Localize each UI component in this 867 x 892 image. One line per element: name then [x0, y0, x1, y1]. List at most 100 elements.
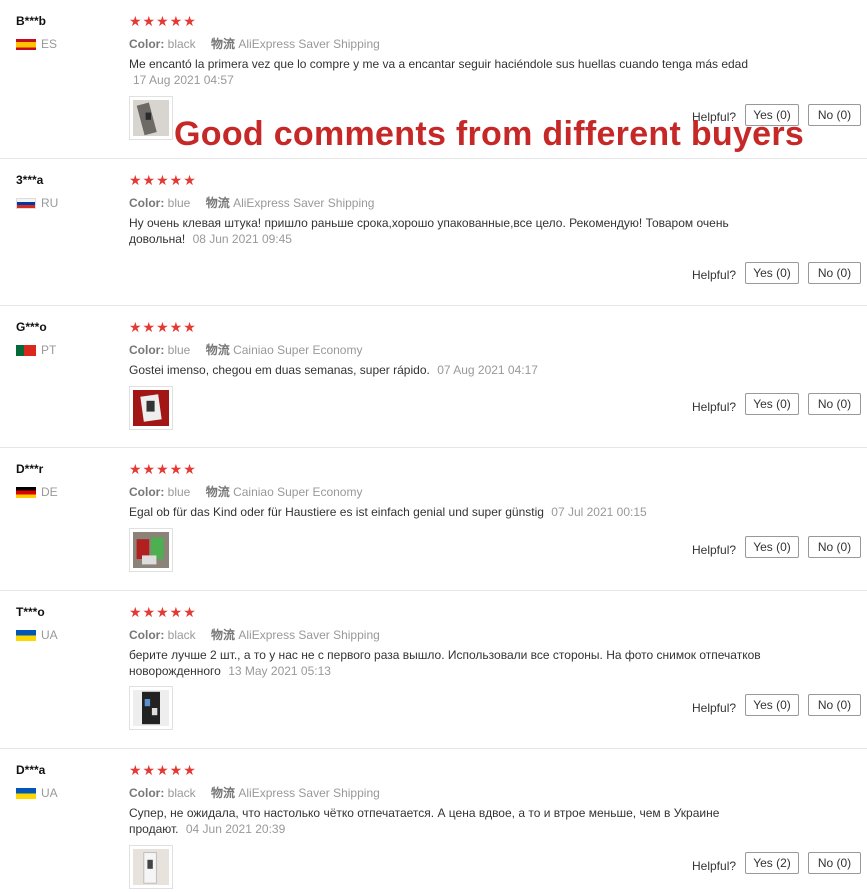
- review-date: 07 Jul 2021 00:15: [551, 505, 647, 519]
- review-photo[interactable]: [129, 528, 173, 572]
- review-photo[interactable]: [129, 386, 173, 430]
- comment-text: Egal ob für das Kind oder für Haustiere …: [129, 505, 544, 519]
- shipping-method: AliExpress Saver Shipping: [238, 786, 380, 800]
- reviewer-country: UA: [16, 628, 58, 642]
- review-meta: Color: blue 物流 Cainiao Super Economy: [129, 341, 362, 358]
- star-rating: ★★★★★: [129, 461, 197, 477]
- country-code: RU: [41, 196, 59, 210]
- review-comment: Супер, не ожидала, что настолько чётко о…: [129, 805, 769, 837]
- reviewer-country: RU: [16, 196, 58, 210]
- review-photo-image: [133, 100, 169, 136]
- helpful-no-button[interactable]: No (0): [808, 536, 861, 558]
- divider: [0, 590, 867, 591]
- review-comment: Egal ob für das Kind oder für Haustiere …: [129, 504, 769, 520]
- comment-text: Gostei imenso, chegou em duas semanas, s…: [129, 363, 430, 377]
- logistics-label: 物流: [211, 628, 236, 642]
- helpful-no-button[interactable]: No (0): [808, 393, 861, 415]
- color-value: black: [167, 786, 196, 800]
- review-photo-image: [133, 390, 169, 426]
- divider: [0, 305, 867, 306]
- helpful-yes-button[interactable]: Yes (2): [745, 852, 799, 874]
- reviewer-name: D***a: [16, 763, 46, 777]
- review-date: 13 May 2021 05:13: [228, 664, 331, 678]
- color-value: blue: [167, 196, 191, 210]
- reviewer-name: T***o: [16, 605, 45, 619]
- divider: [0, 748, 867, 749]
- color-label: Color:: [129, 196, 165, 210]
- color-label: Color:: [129, 786, 165, 800]
- review-date: 08 Jun 2021 09:45: [192, 232, 292, 246]
- comment-text: берите лучше 2 шт., а то у нас не с перв…: [129, 648, 761, 678]
- promo-overlay-caption: Good comments from different buyers: [174, 115, 805, 153]
- helpful-label: Helpful?: [692, 543, 737, 557]
- helpful-label: Helpful?: [692, 400, 737, 414]
- flag-pt-icon: [16, 344, 36, 356]
- review-date: 17 Aug 2021 04:57: [133, 73, 234, 87]
- reviewer-name: 3***a: [16, 173, 44, 187]
- helpful-yes-button[interactable]: Yes (0): [745, 536, 799, 558]
- review-meta: Color: black 物流 AliExpress Saver Shippin…: [129, 35, 380, 52]
- helpful-label: Helpful?: [692, 268, 737, 282]
- country-code: UA: [41, 786, 58, 800]
- star-rating: ★★★★★: [129, 319, 197, 335]
- country-code: PT: [41, 343, 57, 357]
- star-rating: ★★★★★: [129, 762, 197, 778]
- helpful-yes-button[interactable]: Yes (0): [745, 393, 799, 415]
- helpful-no-button[interactable]: No (0): [808, 262, 861, 284]
- review-photo[interactable]: [129, 845, 173, 889]
- review-meta: Color: black 物流 AliExpress Saver Shippin…: [129, 784, 380, 801]
- country-code: DE: [41, 485, 58, 499]
- country-code: UA: [41, 628, 58, 642]
- color-value: black: [167, 628, 196, 642]
- color-value: black: [167, 37, 196, 51]
- helpful-yes-button[interactable]: Yes (0): [745, 262, 799, 284]
- flag-ru-icon: [16, 197, 36, 209]
- flag-es-icon: [16, 38, 36, 50]
- divider: [0, 158, 867, 159]
- divider: [0, 447, 867, 448]
- shipping-method: AliExpress Saver Shipping: [238, 628, 380, 642]
- helpful-label: Helpful?: [692, 859, 737, 873]
- logistics-label: 物流: [211, 37, 236, 51]
- review-date: 07 Aug 2021 04:17: [437, 363, 538, 377]
- comment-text: Me encantó la primera vez que lo compre …: [129, 57, 749, 71]
- review-meta: Color: blue 物流 Cainiao Super Economy: [129, 483, 362, 500]
- review-meta: Color: blue 物流 AliExpress Saver Shipping: [129, 194, 374, 211]
- shipping-method: AliExpress Saver Shipping: [233, 196, 375, 210]
- flag-ua-icon: [16, 787, 36, 799]
- helpful-no-button[interactable]: No (0): [808, 694, 861, 716]
- color-value: blue: [167, 343, 191, 357]
- reviewer-country: DE: [16, 485, 58, 499]
- review-meta: Color: black 物流 AliExpress Saver Shippin…: [129, 626, 380, 643]
- review-date: 04 Jun 2021 20:39: [185, 822, 286, 836]
- review-comment: берите лучше 2 шт., а то у нас не с перв…: [129, 647, 769, 679]
- helpful-no-button[interactable]: No (0): [808, 104, 861, 126]
- logistics-label: 物流: [205, 343, 230, 357]
- reviewer-country: ES: [16, 37, 57, 51]
- logistics-label: 物流: [205, 485, 230, 499]
- review-photo-image: [133, 849, 169, 885]
- color-value: blue: [167, 485, 191, 499]
- flag-ua-icon: [16, 629, 36, 641]
- helpful-no-button[interactable]: No (0): [808, 852, 861, 874]
- review-photo-image: [133, 532, 169, 568]
- reviewer-name: G***o: [16, 320, 47, 334]
- reviewer-country: PT: [16, 343, 56, 357]
- review-comment: Ну очень клевая штука! пришло раньше сро…: [129, 215, 769, 247]
- flag-de-icon: [16, 486, 36, 498]
- review-comment: Me encantó la primera vez que lo compre …: [129, 56, 769, 88]
- review-photo[interactable]: [129, 96, 173, 140]
- color-label: Color:: [129, 628, 165, 642]
- shipping-method: AliExpress Saver Shipping: [238, 37, 380, 51]
- country-code: ES: [41, 37, 58, 51]
- helpful-label: Helpful?: [692, 701, 737, 715]
- reviewer-name: D***r: [16, 462, 44, 476]
- reviewer-name: B***b: [16, 14, 47, 28]
- review-comment: Gostei imenso, chegou em duas semanas, s…: [129, 362, 769, 378]
- logistics-label: 物流: [205, 196, 230, 210]
- review-photo[interactable]: [129, 686, 173, 730]
- helpful-yes-button[interactable]: Yes (0): [745, 694, 799, 716]
- star-rating: ★★★★★: [129, 604, 197, 620]
- review-photo-image: [133, 690, 169, 726]
- reviewer-country: UA: [16, 786, 58, 800]
